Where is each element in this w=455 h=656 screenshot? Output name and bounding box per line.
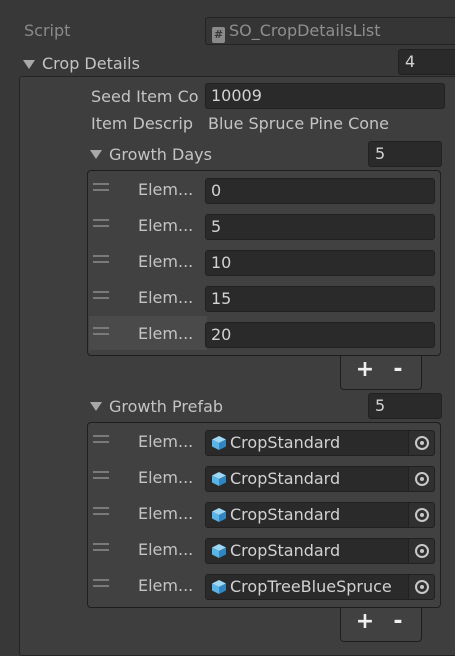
crop-details-label: Crop Details — [42, 54, 140, 73]
growth-prefab-size-field[interactable]: 5 — [368, 393, 442, 419]
prefab-name: CropStandard — [230, 433, 341, 452]
seed-item-code-label: Seed Item Co — [91, 87, 199, 106]
add-element-button[interactable]: + — [350, 356, 380, 386]
element-label: Elem... — [138, 540, 194, 559]
script-hash-icon: # — [212, 27, 225, 43]
element-label: Elem... — [138, 216, 194, 235]
object-picker-icon — [415, 436, 429, 450]
prefab-name: CropStandard — [230, 541, 341, 560]
drag-handle-icon[interactable] — [93, 255, 109, 263]
list-row: Elem... CropStandard — [88, 460, 440, 496]
script-name: SO_CropDetailsList — [229, 21, 381, 40]
drag-handle-icon[interactable] — [93, 291, 109, 299]
list-row: Elem... 5 — [88, 208, 440, 244]
remove-element-button[interactable]: - — [383, 356, 413, 386]
element-value-field[interactable]: 0 — [205, 178, 435, 204]
prefab-object-field[interactable]: CropStandard — [205, 502, 435, 528]
object-picker-icon — [415, 580, 429, 594]
seed-item-code-field[interactable]: 10009 — [205, 83, 445, 109]
growth-days-footer: + - — [340, 356, 422, 390]
list-row: Elem... 0 — [88, 172, 440, 208]
growth-days-size-field[interactable]: 5 — [368, 141, 442, 167]
foldout-arrow-icon — [23, 60, 35, 69]
element-label: Elem... — [138, 324, 194, 343]
add-element-button[interactable]: + — [350, 608, 380, 638]
element-value-field[interactable]: 10 — [205, 250, 435, 276]
drag-handle-icon[interactable] — [93, 327, 109, 335]
object-picker-icon — [415, 508, 429, 522]
prefab-cube-icon — [212, 472, 226, 486]
prefab-cube-icon — [212, 580, 226, 594]
growth-days-foldout[interactable]: Growth Days — [88, 144, 288, 166]
crop-details-size-field[interactable]: 4 — [398, 49, 455, 75]
drag-handle-icon[interactable] — [93, 435, 109, 443]
remove-element-button[interactable]: - — [383, 608, 413, 638]
foldout-arrow-icon — [90, 402, 102, 411]
object-picker-icon — [415, 472, 429, 486]
prefab-name: CropStandard — [230, 469, 341, 488]
growth-prefab-footer: + - — [340, 608, 422, 642]
element-label: Elem... — [138, 288, 194, 307]
script-field[interactable]: # SO_CropDetailsList — [205, 17, 455, 45]
prefab-cube-icon — [212, 436, 226, 450]
object-picker-button[interactable] — [408, 539, 434, 563]
element-label: Elem... — [138, 180, 194, 199]
list-row: Elem... CropStandard — [88, 496, 440, 532]
prefab-object-field[interactable]: CropStandard — [205, 466, 435, 492]
item-description-label: Item Descrip — [91, 114, 193, 133]
element-label: Elem... — [138, 576, 194, 595]
prefab-name: CropTreeBlueSpruce — [230, 577, 392, 596]
element-value-field[interactable]: 15 — [205, 286, 435, 312]
drag-handle-icon[interactable] — [93, 507, 109, 515]
prefab-name: CropStandard — [230, 505, 341, 524]
prefab-object-field[interactable]: CropStandard — [205, 430, 435, 456]
element-label: Elem... — [138, 252, 194, 271]
list-row: Elem... CropStandard — [88, 532, 440, 568]
prefab-object-field[interactable]: CropStandard — [205, 538, 435, 564]
list-row: Elem... CropTreeBlueSpruce — [88, 568, 440, 604]
object-picker-button[interactable] — [408, 431, 434, 455]
list-row: Elem... 20 — [88, 316, 440, 352]
element-value-field[interactable]: 20 — [205, 322, 435, 348]
list-row: Elem... 10 — [88, 244, 440, 280]
growth-days-label: Growth Days — [109, 145, 212, 164]
prefab-object-field[interactable]: CropTreeBlueSpruce — [205, 574, 435, 600]
drag-handle-icon[interactable] — [93, 579, 109, 587]
object-picker-button[interactable] — [408, 575, 434, 599]
object-picker-button[interactable] — [408, 467, 434, 491]
drag-handle-icon[interactable] — [93, 543, 109, 551]
drag-handle-icon[interactable] — [93, 471, 109, 479]
element-label: Elem... — [138, 468, 194, 487]
object-picker-button[interactable] — [408, 503, 434, 527]
element-label: Elem... — [138, 432, 194, 451]
element-value-field[interactable]: 5 — [205, 214, 435, 240]
item-description-value[interactable]: Blue Spruce Pine Cone — [208, 113, 438, 135]
growth-prefab-label: Growth Prefab — [109, 397, 224, 416]
object-picker-icon — [415, 544, 429, 558]
crop-details-foldout[interactable]: Crop Details — [20, 54, 220, 76]
drag-handle-icon[interactable] — [93, 183, 109, 191]
prefab-cube-icon — [212, 544, 226, 558]
prefab-cube-icon — [212, 508, 226, 522]
list-row: Elem... 15 — [88, 280, 440, 316]
list-row: Elem... CropStandard — [88, 424, 440, 460]
growth-prefab-foldout[interactable]: Growth Prefab — [88, 396, 288, 418]
script-label: Script — [24, 21, 71, 40]
foldout-arrow-icon — [90, 150, 102, 159]
element-label: Elem... — [138, 504, 194, 523]
drag-handle-icon[interactable] — [93, 219, 109, 227]
